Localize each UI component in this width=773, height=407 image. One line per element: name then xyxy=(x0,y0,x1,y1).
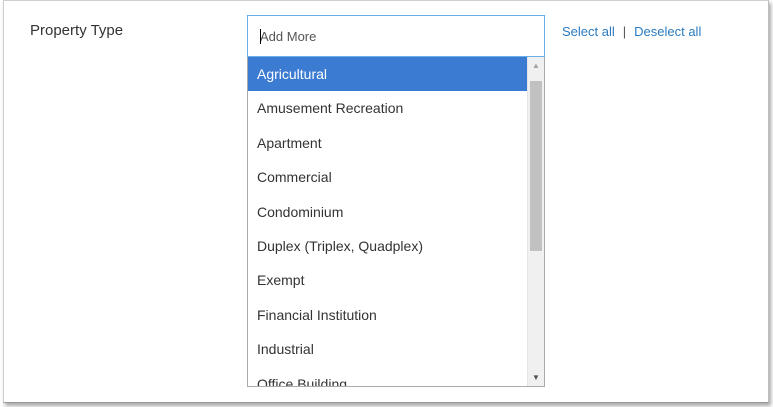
link-separator: | xyxy=(622,24,627,39)
option-condominium[interactable]: Condominium xyxy=(248,195,527,229)
option-industrial[interactable]: Industrial xyxy=(248,332,527,366)
select-all-link[interactable]: Select all xyxy=(562,24,615,39)
option-commercial[interactable]: Commercial xyxy=(248,160,527,194)
scroll-up-arrow-icon[interactable]: ▲ xyxy=(528,57,544,74)
option-amusement-recreation[interactable]: Amusement Recreation xyxy=(248,91,527,125)
option-duplex[interactable]: Duplex (Triplex, Quadplex) xyxy=(248,229,527,263)
option-list: Agricultural Amusement Recreation Apartm… xyxy=(248,57,527,386)
option-agricultural[interactable]: Agricultural xyxy=(248,57,527,92)
option-apartment[interactable]: Apartment xyxy=(248,126,527,160)
property-type-label: Property Type xyxy=(30,22,124,39)
deselect-all-link[interactable]: Deselect all xyxy=(634,24,701,39)
option-exempt[interactable]: Exempt xyxy=(248,263,527,297)
dropdown-scrollbar[interactable]: ▲ ▼ xyxy=(527,57,544,386)
option-office-building[interactable]: Office Building xyxy=(248,367,527,386)
property-type-filter-panel: Property Type Select all | Deselect all Ag… xyxy=(3,0,769,403)
selection-links: Select all | Deselect all xyxy=(562,24,701,39)
property-type-dropdown[interactable]: Agricultural Amusement Recreation Apartm… xyxy=(247,57,545,387)
option-financial-institution[interactable]: Financial Institution xyxy=(248,298,527,332)
scroll-thumb[interactable] xyxy=(530,81,542,251)
scroll-down-arrow-icon[interactable]: ▼ xyxy=(528,369,544,386)
text-cursor xyxy=(260,29,261,44)
add-more-input[interactable] xyxy=(247,15,545,57)
